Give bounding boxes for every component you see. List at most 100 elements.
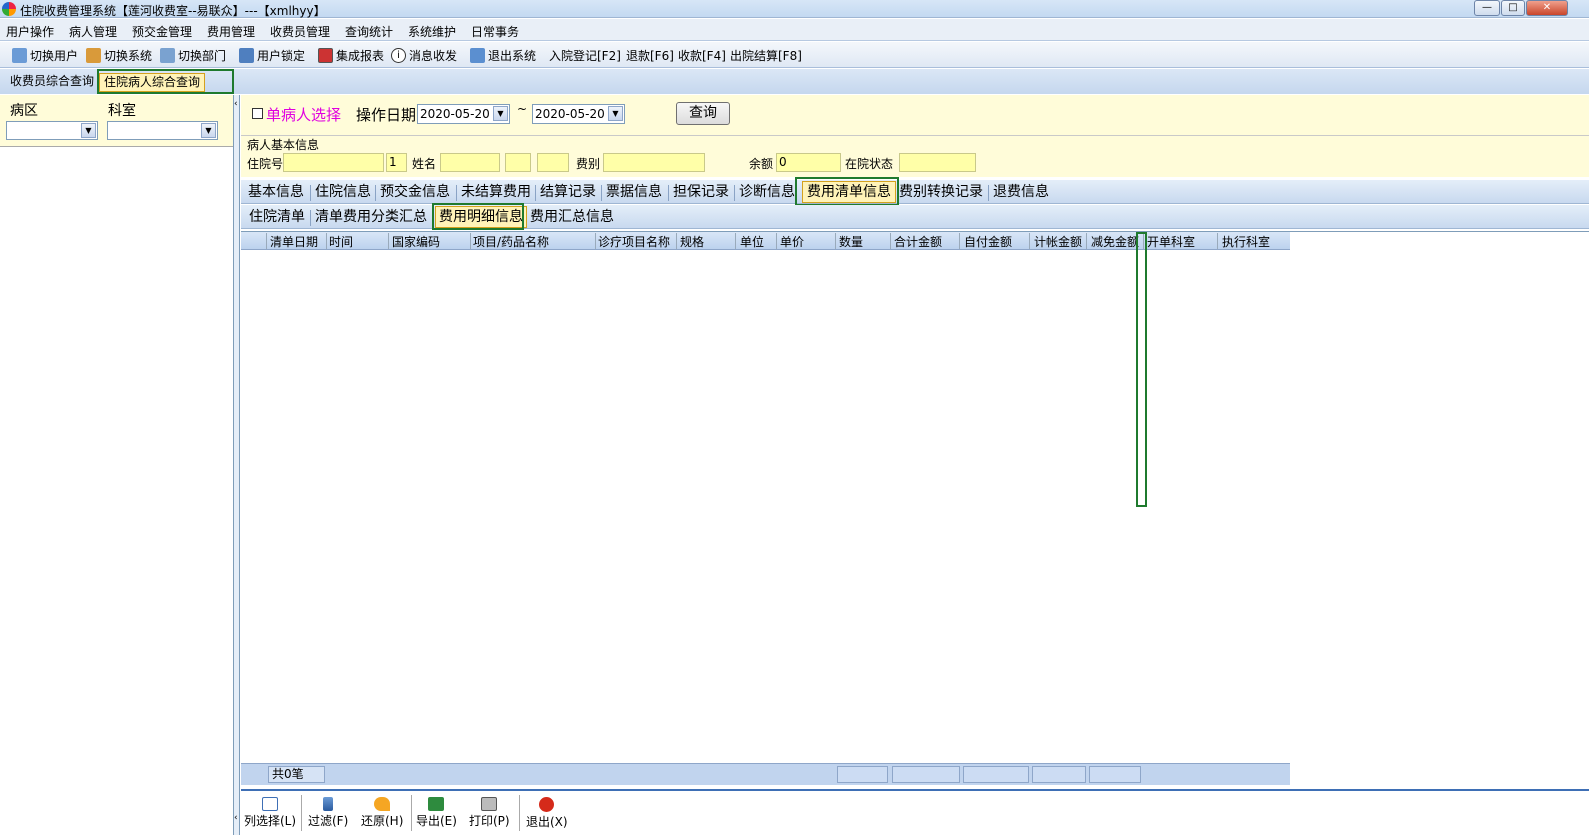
restore-button[interactable]: 还原(H) [361, 797, 403, 829]
menu-query-stats[interactable]: 查询统计 [345, 23, 393, 40]
menu-system-maint[interactable]: 系统维护 [408, 23, 456, 40]
date-from-picker[interactable]: 2020-05-20 ▼ [417, 104, 510, 124]
subtab-category-summary[interactable]: 清单费用分类汇总 [315, 208, 427, 226]
inpatient-seq-field[interactable]: 1 [386, 153, 407, 172]
tab-unsettled-fees[interactable]: 未结算费用 [461, 183, 531, 201]
col-spec[interactable]: 规格 [680, 233, 736, 249]
close-button[interactable]: ✕ [1526, 0, 1568, 16]
exit-button[interactable]: 退出(X) [526, 797, 568, 830]
menu-daily-tasks[interactable]: 日常事务 [471, 23, 519, 40]
collect-button[interactable]: 收款[F4] [678, 47, 726, 64]
export-button[interactable]: 导出(E) [416, 797, 457, 829]
tab-receipt-info[interactable]: 票据信息 [606, 183, 662, 201]
sum-cell-reduction [1089, 766, 1141, 783]
sex-field[interactable] [505, 153, 531, 172]
menu-deposit-mgmt[interactable]: 预交金管理 [132, 23, 192, 40]
dept-select[interactable]: ▼ [107, 121, 218, 140]
chevron-down-icon: ▼ [493, 106, 508, 121]
tab-settlement-records[interactable]: 结算记录 [540, 183, 596, 201]
tab-refund-info[interactable]: 退费信息 [993, 183, 1049, 201]
tab-separator [310, 210, 311, 226]
col-unit[interactable]: 单位 [740, 233, 777, 249]
menu-user-ops[interactable]: 用户操作 [6, 23, 54, 40]
age-field[interactable] [537, 153, 569, 172]
tab-inpatient-query[interactable]: 住院病人综合查询 [99, 73, 206, 92]
tab-diagnosis-info[interactable]: 诊断信息 [739, 183, 795, 201]
menu-fee-mgmt[interactable]: 费用管理 [207, 23, 255, 40]
col-treatment-item-name[interactable]: 诊疗项目名称 [598, 233, 677, 249]
tab-separator [310, 185, 311, 201]
date-to-picker[interactable]: 2020-05-20 ▼ [532, 104, 625, 124]
filter-button[interactable]: 过滤(F) [308, 797, 348, 829]
minimize-button[interactable]: — [1474, 0, 1500, 16]
tab-cashier-query[interactable]: 收费员综合查询 [6, 73, 98, 92]
messages-button[interactable]: i 消息收发 [391, 47, 457, 64]
users-icon [12, 48, 27, 63]
col-quantity[interactable]: 数量 [839, 233, 891, 249]
fee-type-field[interactable] [603, 153, 705, 172]
info-tab-row: 基本信息 住院信息 预交金信息 未结算费用 结算记录 票据信息 担保记录 诊断信… [241, 180, 1589, 204]
col-account-amount[interactable]: 计帐金额 [1034, 233, 1087, 249]
integrated-report-button[interactable]: 集成报表 [318, 47, 384, 64]
tab-fee-type-change[interactable]: 费别转换记录 [899, 183, 983, 201]
tab-inpatient-info[interactable]: 住院信息 [315, 183, 371, 201]
query-button[interactable]: 查询 [676, 102, 730, 125]
sum-cell-total [892, 766, 960, 783]
tab-separator [601, 185, 602, 201]
ward-select[interactable]: ▼ [6, 121, 98, 140]
switch-dept-button[interactable]: 切换部门 [160, 47, 226, 64]
admission-register-button[interactable]: 入院登记[F2] [549, 47, 621, 64]
single-patient-checkbox[interactable] [252, 108, 263, 119]
print-button[interactable]: 打印(P) [469, 797, 510, 829]
col-item-drug-name[interactable]: 项目/药品名称 [473, 233, 596, 249]
switch-system-icon [86, 48, 101, 63]
col-self-pay-amount[interactable]: 自付金额 [964, 233, 1030, 249]
single-patient-label: 单病人选择 [266, 106, 342, 124]
menu-patient-mgmt[interactable]: 病人管理 [69, 23, 117, 40]
subtab-fee-detail[interactable]: 费用明细信息 [435, 206, 527, 228]
status-field[interactable] [899, 153, 976, 172]
power-icon [539, 797, 555, 812]
tab-guarantee-records[interactable]: 担保记录 [673, 183, 729, 201]
status-label: 在院状态 [845, 157, 894, 171]
col-total-amount[interactable]: 合计金额 [894, 233, 960, 249]
excel-icon [428, 797, 445, 811]
exit-system-button[interactable]: 退出系统 [470, 47, 536, 64]
exit-door-icon [470, 48, 485, 63]
fee-detail-grid: 清单日期 时间 国家编码 项目/药品名称 诊疗项目名称 规格 单位 单价 数量 … [241, 231, 1589, 788]
subtab-inpatient-list[interactable]: 住院清单 [249, 208, 305, 226]
col-list-date[interactable]: 清单日期 [270, 233, 327, 249]
refund-button[interactable]: 退款[F6] [626, 47, 674, 64]
col-ordering-dept[interactable]: 开单科室 [1147, 233, 1218, 249]
column-select-button[interactable]: 列选择(L) [244, 797, 296, 829]
tab-deposit-info[interactable]: 预交金信息 [380, 183, 450, 201]
user-lock-button[interactable]: 用户锁定 [239, 47, 305, 64]
user-lock-icon [239, 48, 254, 63]
switch-system-button[interactable]: 切换系统 [86, 47, 152, 64]
bottom-separator [411, 795, 412, 831]
col-unit-price[interactable]: 单价 [780, 233, 836, 249]
toolbar: 切换用户 切换系统 切换部门 用户锁定 集成报表 i 消息收发 退出系统 入院登记… [0, 42, 1589, 68]
date-range-tilde: ~ [517, 102, 528, 116]
panel-splitter[interactable]: ‹ ‹ [234, 95, 240, 835]
calendar-icon [160, 48, 175, 63]
tab-basic-info[interactable]: 基本信息 [248, 183, 304, 201]
name-field[interactable] [440, 153, 500, 172]
inpatient-no-field[interactable] [283, 153, 384, 172]
grid-footer: 共0笔 [241, 763, 1290, 785]
report-icon [318, 48, 333, 63]
switch-user-button[interactable]: 切换用户 [12, 47, 78, 64]
col-national-code[interactable]: 国家编码 [392, 233, 471, 249]
maximize-button[interactable]: □ [1501, 0, 1525, 16]
col-reduction-amount[interactable]: 减免金额 [1091, 233, 1144, 249]
sub-tab-row: 住院清单 清单费用分类汇总 费用明细信息 费用汇总信息 [241, 205, 1589, 229]
col-time[interactable]: 时间 [329, 233, 389, 249]
tab-fee-list-info[interactable]: 费用清单信息 [802, 181, 896, 203]
discharge-settlement-button[interactable]: 出院结算[F8] [730, 47, 802, 64]
balance-field[interactable]: 0 [776, 153, 841, 172]
bottom-separator [519, 795, 520, 831]
menu-cashier-mgmt[interactable]: 收费员管理 [270, 23, 330, 40]
subtab-fee-summary[interactable]: 费用汇总信息 [530, 208, 614, 226]
hourglass-icon [323, 797, 334, 811]
col-executing-dept[interactable]: 执行科室 [1222, 233, 1288, 249]
